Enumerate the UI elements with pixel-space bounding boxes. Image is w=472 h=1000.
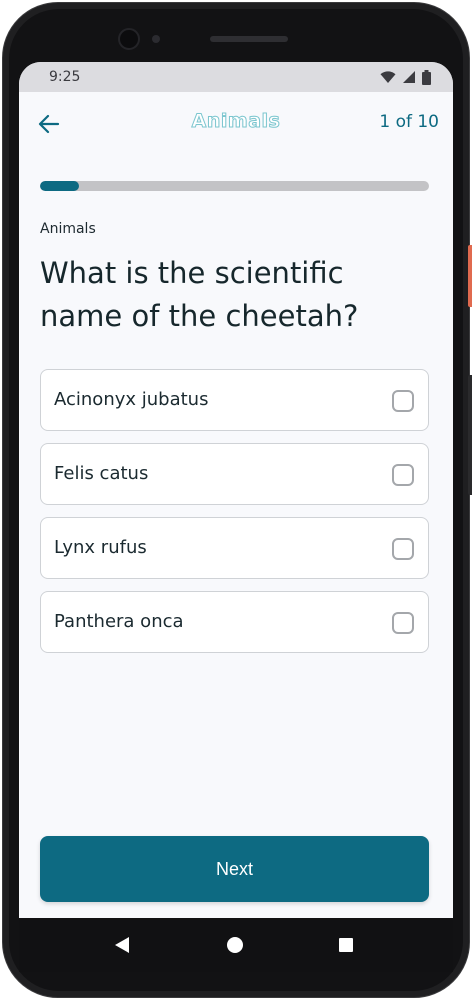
next-button[interactable]: Next — [40, 836, 429, 902]
answer-checkbox[interactable] — [392, 612, 414, 634]
signal-icon — [403, 71, 415, 83]
answer-option[interactable]: Acinonyx jubatus — [40, 369, 429, 431]
status-bar: 9:25 — [19, 62, 453, 92]
answer-option[interactable]: Panthera onca — [40, 591, 429, 653]
answer-checkbox[interactable] — [392, 464, 414, 486]
answer-option[interactable]: Lynx rufus — [40, 517, 429, 579]
status-time: 9:25 — [49, 69, 81, 85]
answer-option-label: Panthera onca — [54, 611, 184, 632]
category-label: Animals — [40, 221, 96, 237]
camera-sensor — [152, 35, 160, 43]
nav-back-button[interactable] — [109, 932, 135, 958]
answer-option-label: Felis catus — [54, 463, 149, 484]
circle-home-icon — [227, 937, 243, 953]
progress-bar — [40, 181, 429, 191]
answer-option[interactable]: Felis catus — [40, 443, 429, 505]
status-icons — [380, 69, 431, 85]
answer-options: Acinonyx jubatus Felis catus Lynx rufus … — [40, 369, 429, 665]
answer-checkbox[interactable] — [392, 538, 414, 560]
battery-icon — [422, 69, 431, 85]
volume-button — [468, 375, 472, 495]
answer-checkbox[interactable] — [392, 390, 414, 412]
wifi-icon — [380, 70, 396, 83]
front-camera — [118, 28, 140, 50]
power-button — [468, 245, 472, 307]
app-bar: Animals 1 of 10 — [19, 92, 453, 156]
app-screen: 9:25 Animals 1 of 10 Animals What is the… — [19, 62, 453, 918]
progress-bar-fill — [40, 181, 79, 191]
earpiece-speaker — [210, 36, 288, 42]
triangle-back-icon — [115, 937, 129, 953]
nav-recents-button[interactable] — [333, 932, 359, 958]
square-recents-icon — [339, 938, 353, 952]
nav-home-button[interactable] — [222, 932, 248, 958]
navigation-bar — [19, 918, 453, 972]
question-counter: 1 of 10 — [379, 112, 439, 132]
answer-option-label: Acinonyx jubatus — [54, 389, 209, 410]
question-text: What is the scientific name of the cheet… — [40, 256, 359, 333]
answer-option-label: Lynx rufus — [54, 537, 147, 558]
